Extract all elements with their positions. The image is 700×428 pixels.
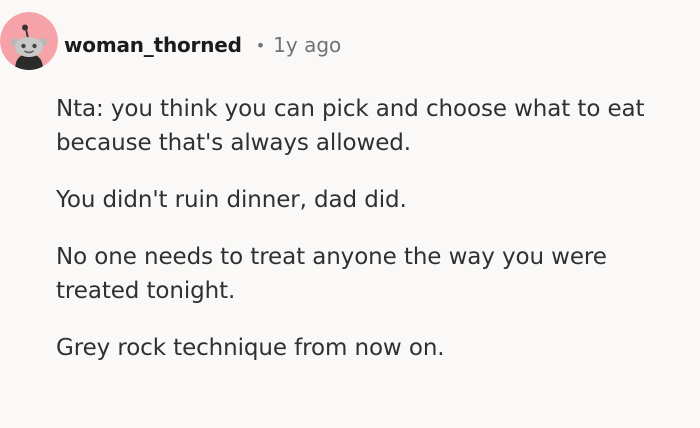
snoo-avatar-icon [0, 12, 58, 70]
user-avatar[interactable] [0, 12, 58, 70]
meta-separator: • [255, 35, 266, 55]
author-username[interactable]: woman_thorned [64, 33, 242, 57]
comment-header: woman_thorned • 1y ago [64, 30, 341, 60]
comment: woman_thorned • 1y ago Nta: you think yo… [0, 0, 700, 428]
comment-timestamp[interactable]: 1y ago [273, 33, 341, 57]
comment-body: Nta: you think you can pick and choose w… [56, 92, 692, 388]
comment-paragraph: Nta: you think you can pick and choose w… [56, 96, 645, 156]
comment-paragraph: You didn't ruin dinner, dad did. [56, 187, 407, 213]
comment-paragraph: Grey rock technique from now on. [56, 335, 445, 361]
comment-paragraph: No one needs to treat anyone the way you… [56, 244, 607, 304]
